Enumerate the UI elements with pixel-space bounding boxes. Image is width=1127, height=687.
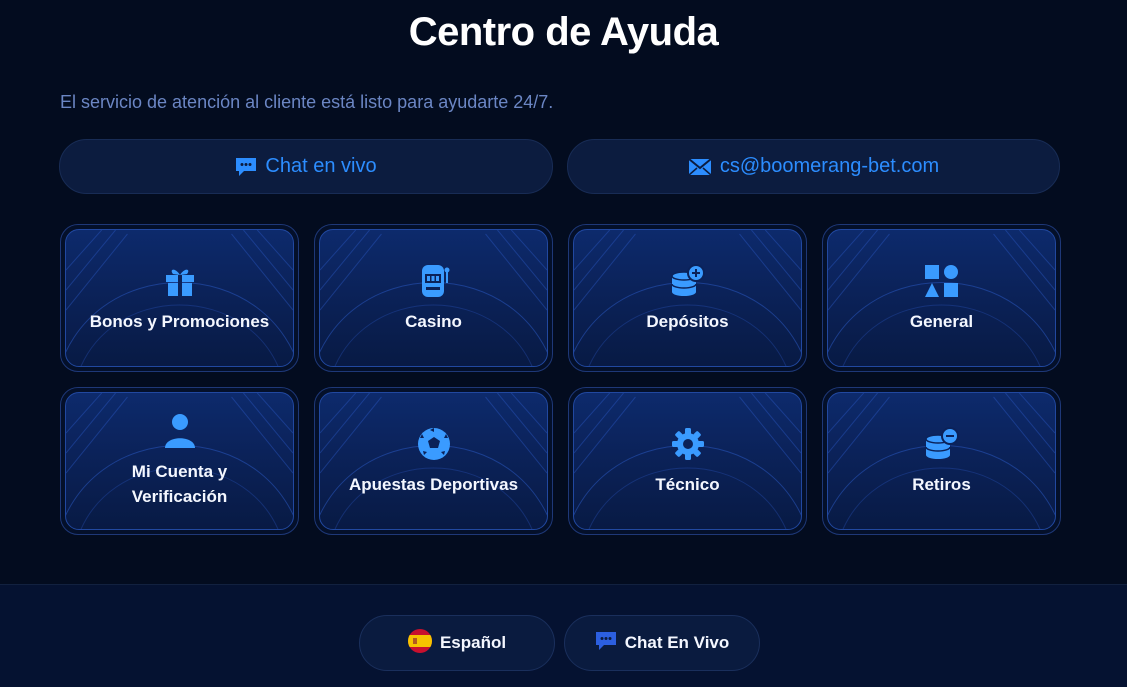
- category-card-bonos[interactable]: Bonos y Promociones: [60, 224, 299, 372]
- chat-bubble-icon: [595, 631, 617, 656]
- footer-bar: [0, 585, 1127, 687]
- shapes-icon: [924, 263, 960, 299]
- footer-live-chat-label: Chat En Vivo: [624, 633, 730, 652]
- category-grid: Bonos y Promociones Casino Depósitos Gen…: [60, 224, 1061, 535]
- category-card-depositos[interactable]: Depósitos: [568, 224, 807, 372]
- envelope-icon: [688, 157, 712, 176]
- slot-machine-icon: [417, 263, 451, 299]
- footer-live-chat-button[interactable]: Chat En Vivo: [564, 615, 760, 671]
- category-label: Depósitos: [646, 311, 729, 331]
- category-card-apuestas[interactable]: Apuestas Deportivas: [314, 387, 553, 535]
- spain-flag-icon: [407, 628, 432, 658]
- help-center-page: Centro de Ayuda El servicio de atención …: [0, 0, 1127, 687]
- category-label: General: [909, 311, 974, 331]
- page-title: Centro de Ayuda: [408, 10, 719, 54]
- coins-minus-icon: [924, 426, 960, 462]
- category-card-tecnico[interactable]: Técnico: [568, 387, 807, 535]
- category-label: Técnico: [655, 474, 720, 494]
- category-card-general[interactable]: General: [822, 224, 1061, 372]
- category-card-casino[interactable]: Casino: [314, 224, 553, 372]
- category-label: Retiros: [912, 474, 971, 494]
- live-chat-label: Chat en vivo: [265, 155, 377, 177]
- category-label: Bonos y Promociones: [89, 311, 270, 331]
- page-subtitle: El servicio de atención al cliente está …: [60, 92, 554, 112]
- language-selector[interactable]: Español: [359, 615, 555, 671]
- category-card-retiros[interactable]: Retiros: [822, 387, 1061, 535]
- category-label: Casino: [405, 311, 462, 331]
- live-chat-button[interactable]: Chat en vivo: [59, 139, 553, 194]
- gift-icon: [163, 263, 197, 299]
- chat-bubble-icon: [235, 157, 257, 177]
- category-card-cuenta[interactable]: Mi Cuenta y Verificación: [60, 387, 299, 535]
- soccer-ball-icon: [416, 426, 452, 462]
- category-label: Apuestas Deportivas: [348, 474, 519, 494]
- email-label: cs@boomerang-bet.com: [719, 155, 940, 177]
- coins-plus-icon: [670, 263, 706, 299]
- gear-icon: [670, 426, 706, 462]
- language-label: Español: [439, 633, 507, 652]
- user-icon: [164, 413, 196, 449]
- category-label: Mi Cuenta y Verificación: [131, 462, 228, 506]
- email-contact-button[interactable]: cs@boomerang-bet.com: [567, 139, 1060, 194]
